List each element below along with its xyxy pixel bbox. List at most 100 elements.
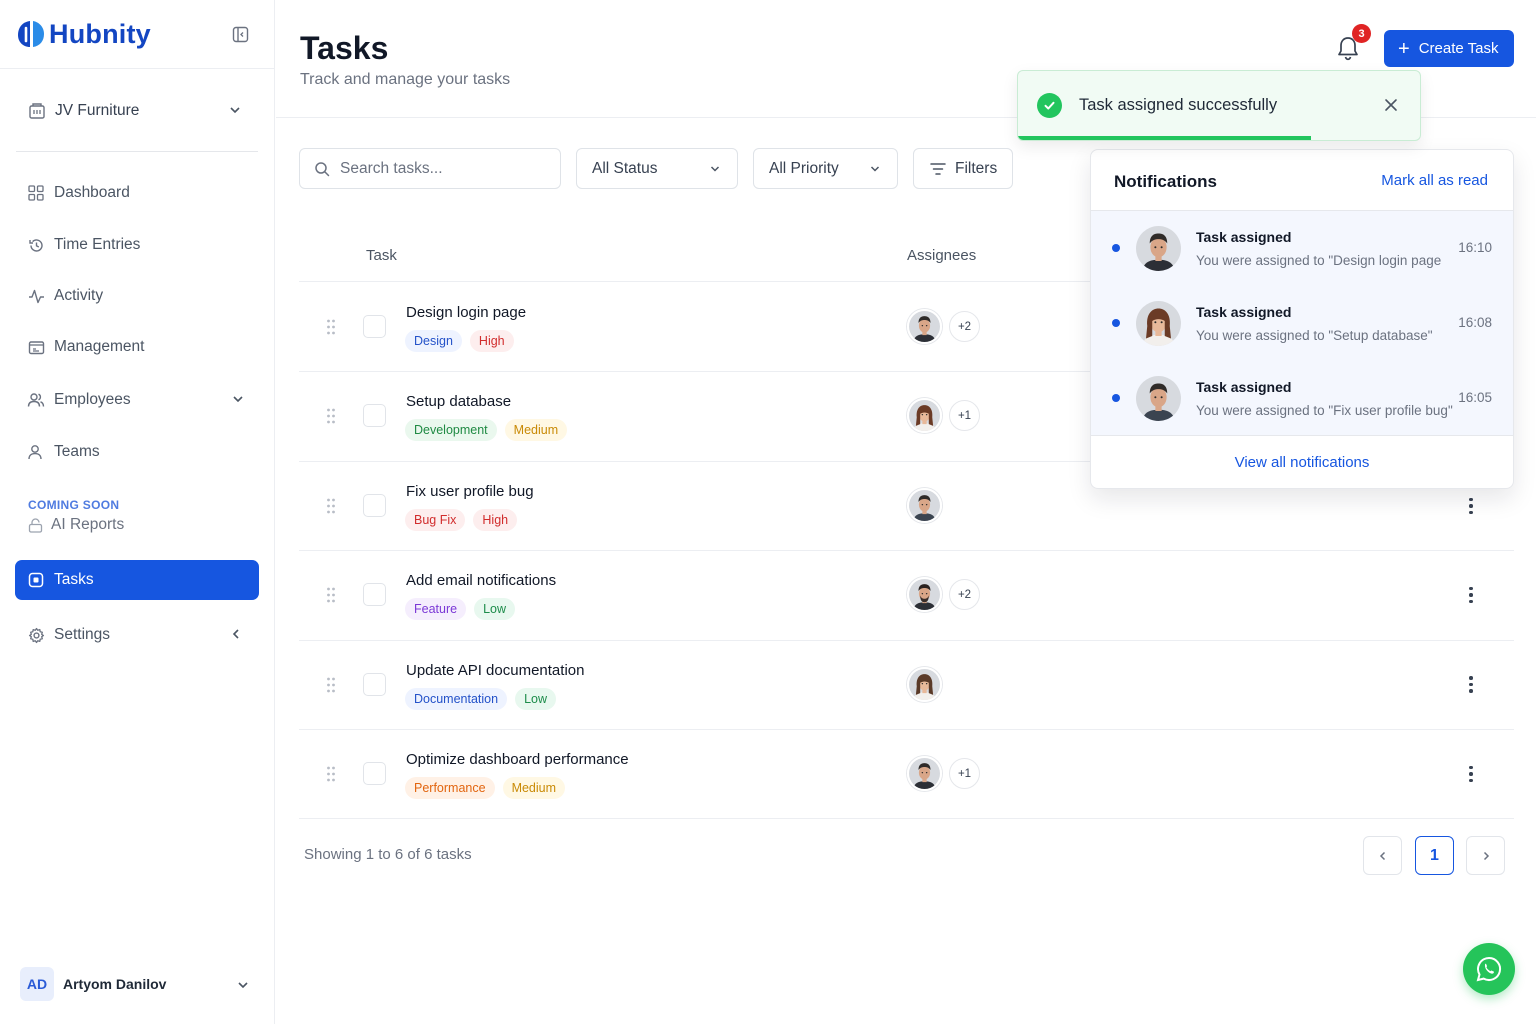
drag-handle-icon[interactable] xyxy=(327,319,335,335)
extra-assignees-count[interactable]: +1 xyxy=(949,758,980,789)
more-options-icon[interactable] xyxy=(1461,496,1481,516)
notifications-footer: View all notifications xyxy=(1091,435,1513,488)
notification-item[interactable]: Task assigned You were assigned to "Fix u… xyxy=(1091,361,1513,436)
task-checkbox[interactable] xyxy=(363,672,386,696)
notification-item[interactable]: Task assigned You were assigned to "Desig… xyxy=(1091,211,1513,286)
more-options-icon[interactable] xyxy=(1461,764,1481,784)
sidebar-item-management[interactable]: Management xyxy=(15,327,259,367)
task-checkbox[interactable] xyxy=(363,762,386,785)
notification-title: Task assigned xyxy=(1196,304,1292,320)
management-icon xyxy=(27,338,45,356)
task-checkbox[interactable] xyxy=(363,315,386,338)
assignee-avatar[interactable] xyxy=(907,756,942,791)
create-task-label: Create Task xyxy=(1418,40,1499,57)
filter-icon xyxy=(930,162,946,175)
task-checkbox[interactable] xyxy=(363,493,386,517)
page-1-button[interactable]: 1 xyxy=(1415,836,1454,875)
chevron-right-icon xyxy=(1483,851,1489,860)
page-title: Tasks xyxy=(300,30,389,66)
status-filter-select[interactable]: All Status xyxy=(576,148,738,189)
mark-all-read-link[interactable]: Mark all as read xyxy=(1381,172,1488,189)
assignee-avatar[interactable] xyxy=(907,577,942,613)
more-options-icon[interactable] xyxy=(1461,585,1481,605)
collapse-sidebar-icon[interactable] xyxy=(232,26,249,43)
task-name[interactable]: Update API documentation xyxy=(406,662,584,679)
previous-page-button[interactable] xyxy=(1363,836,1402,875)
notification-title: Task assigned xyxy=(1196,379,1292,395)
toast-message: Task assigned successfully xyxy=(1079,96,1278,114)
close-icon[interactable] xyxy=(1384,98,1398,112)
user-menu[interactable]: AD Artyom Danilov xyxy=(20,966,260,1002)
table-row[interactable]: Update API documentation Documentation Low xyxy=(299,640,1514,729)
sidebar-item-tasks[interactable]: Tasks xyxy=(15,560,259,600)
unread-dot-icon xyxy=(1112,394,1120,402)
task-tag: High xyxy=(473,508,518,531)
task-tags: Feature Low xyxy=(405,598,516,621)
filters-button[interactable]: Filters xyxy=(913,148,1013,189)
page-subtitle: Track and manage your tasks xyxy=(300,71,511,88)
table-divider xyxy=(299,818,1514,820)
task-name[interactable]: Optimize dashboard performance xyxy=(406,751,629,768)
chevron-left-icon xyxy=(1379,851,1385,860)
status-filter-value: All Status xyxy=(592,159,658,177)
view-all-notifications-link[interactable]: View all notifications xyxy=(1235,454,1370,471)
building-icon xyxy=(29,103,45,119)
drag-handle-icon[interactable] xyxy=(327,766,335,782)
task-tag: Documentation xyxy=(405,687,508,710)
sidebar-item-dashboard[interactable]: Dashboard xyxy=(15,173,259,213)
notifications-panel: Notifications Mark all as read Task assi… xyxy=(1090,149,1514,489)
sidebar-item-label: Dashboard xyxy=(54,184,130,201)
organization-name: JV Furniture xyxy=(55,102,140,119)
sidebar-item-teams[interactable]: Teams xyxy=(15,432,259,472)
assignee-avatar[interactable] xyxy=(907,666,942,702)
sidebar-item-employees[interactable]: Employees xyxy=(15,380,259,420)
extra-assignees-count[interactable]: +2 xyxy=(949,311,980,342)
sidebar-item-settings[interactable]: Settings xyxy=(15,615,259,655)
sidebar-item-time-entries[interactable]: Time Entries xyxy=(15,225,259,265)
chevron-down-icon xyxy=(233,396,243,403)
priority-filter-value: All Priority xyxy=(769,159,839,177)
organization-switcher[interactable]: JV Furniture xyxy=(16,95,258,127)
notification-body: You were assigned to "Design login page xyxy=(1196,253,1442,268)
hubnity-logo-icon[interactable] xyxy=(16,19,46,49)
drag-handle-icon[interactable] xyxy=(327,408,335,424)
extra-assignees-count[interactable]: +1 xyxy=(949,400,980,432)
avatar xyxy=(1136,301,1181,346)
drag-handle-icon[interactable] xyxy=(327,498,335,514)
sidebar-item-label: Employees xyxy=(54,391,131,408)
sidebar-item-ai-reports: AI Reports xyxy=(28,516,124,534)
chevron-down-icon xyxy=(710,166,720,172)
task-name[interactable]: Setup database xyxy=(406,393,511,410)
sidebar-item-activity[interactable]: Activity xyxy=(15,276,259,316)
assignee-avatar[interactable] xyxy=(907,398,942,434)
table-row[interactable]: Add email notifications Feature Low +2 xyxy=(299,550,1514,639)
next-page-button[interactable] xyxy=(1466,836,1505,875)
table-row[interactable]: Optimize dashboard performance Performanc… xyxy=(299,729,1514,818)
brand-name: Hubnity xyxy=(49,18,151,49)
drag-handle-icon[interactable] xyxy=(327,587,335,603)
notification-title: Task assigned xyxy=(1196,229,1292,245)
whatsapp-chat-button[interactable] xyxy=(1463,943,1515,995)
priority-filter-select[interactable]: All Priority xyxy=(753,148,898,189)
task-tag: Low xyxy=(474,598,516,621)
task-name[interactable]: Fix user profile bug xyxy=(406,483,534,500)
search-input[interactable] xyxy=(340,159,540,178)
assignee-avatar[interactable] xyxy=(907,487,942,523)
task-name[interactable]: Design login page xyxy=(406,304,526,321)
task-checkbox[interactable] xyxy=(363,583,386,607)
notification-item[interactable]: Task assigned You were assigned to "Setup… xyxy=(1091,286,1513,361)
notifications-header: Notifications Mark all as read xyxy=(1091,150,1513,211)
extra-assignees-count[interactable]: +2 xyxy=(949,579,980,611)
coming-soon-label: COMING SOON xyxy=(28,498,120,512)
users-icon xyxy=(27,391,45,409)
task-tag: Medium xyxy=(504,419,568,442)
task-name[interactable]: Add email notifications xyxy=(406,572,556,589)
sidebar-item-label: Teams xyxy=(54,443,100,460)
assignee-avatar[interactable] xyxy=(907,309,942,344)
drag-handle-icon[interactable] xyxy=(327,677,335,693)
create-task-button[interactable]: + Create Task xyxy=(1384,30,1514,67)
column-header-task: Task xyxy=(366,247,397,264)
task-checkbox[interactable] xyxy=(363,404,386,428)
more-options-icon[interactable] xyxy=(1461,675,1481,695)
history-icon xyxy=(27,236,45,254)
